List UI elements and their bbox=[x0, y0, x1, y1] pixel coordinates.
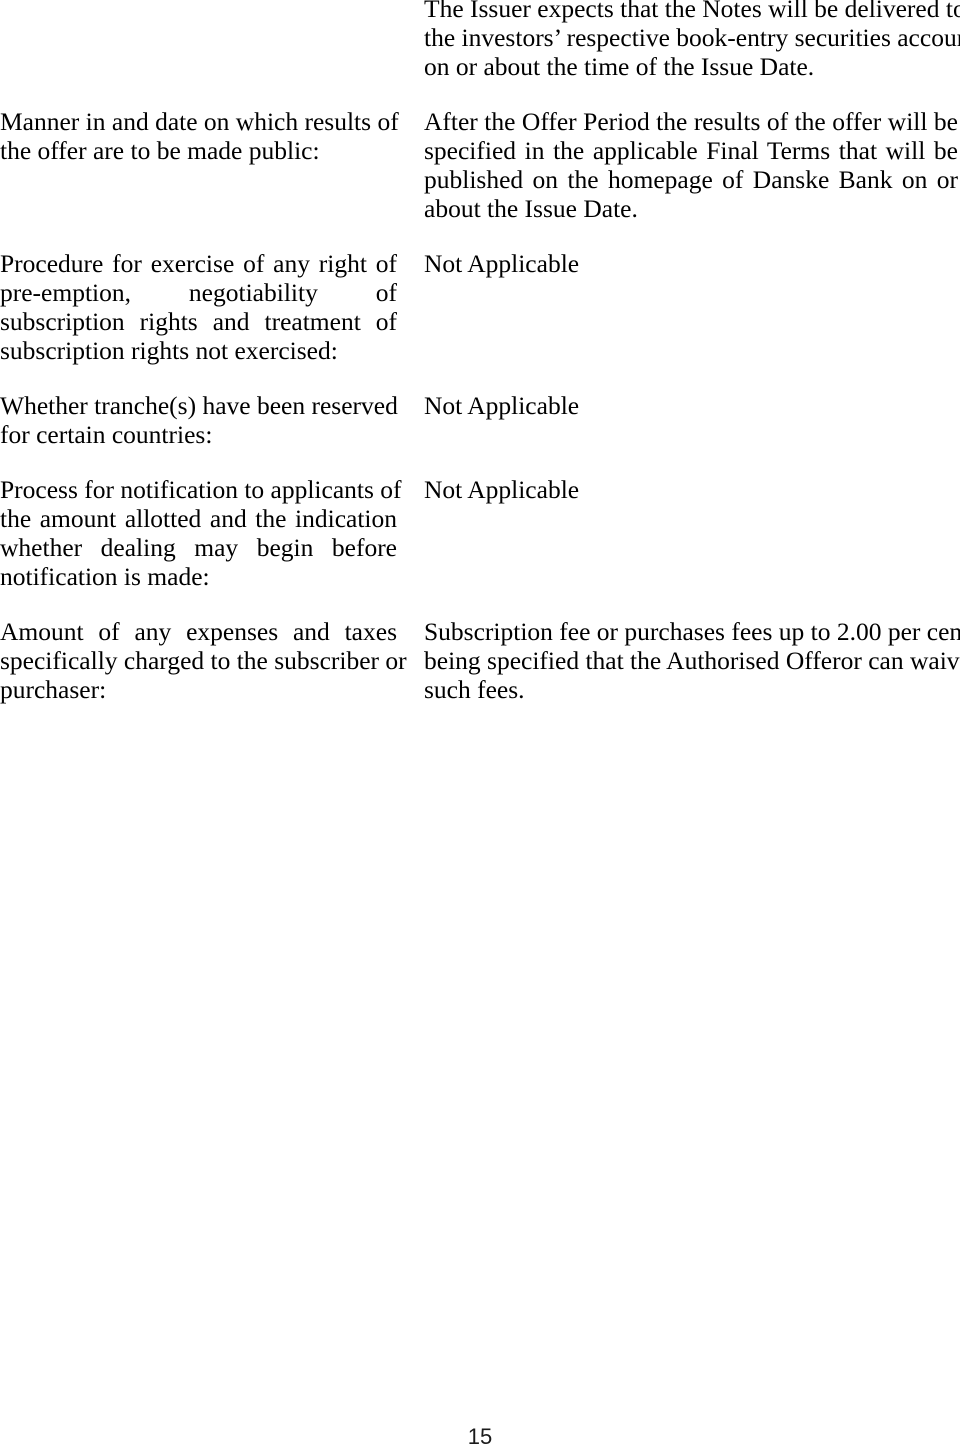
value-line: on or about the time of the Issue Date. bbox=[424, 52, 815, 81]
definition-value: Not Applicable bbox=[424, 249, 958, 278]
value-line: Not Applicable bbox=[424, 391, 580, 420]
definition-value: After the Offer Period the results of th… bbox=[424, 107, 958, 223]
label-line: Process for notification to applicants o… bbox=[0, 475, 402, 504]
value-line: specified in the applicable Final Terms … bbox=[424, 136, 958, 165]
value-line: The Issuer expects that the Notes will b… bbox=[424, 0, 960, 23]
definition-label: Process for notification to applicants o… bbox=[0, 475, 402, 591]
definition-value: Not Applicable bbox=[424, 475, 958, 504]
value-line: After the Offer Period the results of th… bbox=[424, 107, 958, 136]
definition-value: Subscription fee or purchases fees up to… bbox=[424, 617, 960, 704]
label-line: Procedure for exercise of any right of bbox=[0, 249, 397, 278]
label-line: specifically charged to the subscriber o… bbox=[0, 646, 407, 675]
value-line: Not Applicable bbox=[424, 475, 580, 504]
label-line: Whether tranche(s) have been reserved bbox=[0, 391, 398, 420]
definition-label: Procedure for exercise of any right of p… bbox=[0, 249, 397, 365]
label-line: purchaser: bbox=[0, 675, 107, 704]
value-line: the investors’ respective book-entry sec… bbox=[424, 23, 960, 52]
label-line: pre-emption, negotiability of bbox=[0, 278, 397, 307]
value-line: being specified that the Authorised Offe… bbox=[424, 646, 960, 675]
definition-label: Whether tranche(s) have been reserved fo… bbox=[0, 391, 398, 449]
label-line: whether dealing may begin before bbox=[0, 533, 397, 562]
page-number: 15 bbox=[467, 1424, 493, 1449]
value-line: about the Issue Date. bbox=[424, 194, 638, 223]
definition-value: The Issuer expects that the Notes will b… bbox=[424, 0, 960, 81]
label-line: Manner in and date on which results of bbox=[0, 107, 399, 136]
definition-label: Manner in and date on which results of t… bbox=[0, 107, 399, 165]
label-line: subscription rights not exercised: bbox=[0, 336, 338, 365]
label-line: notification is made: bbox=[0, 562, 210, 591]
label-line: subscription rights and treatment of bbox=[0, 307, 397, 336]
label-line: for certain countries: bbox=[0, 420, 213, 449]
label-line: Amount of any expenses and taxes bbox=[0, 617, 397, 646]
definition-value: Not Applicable bbox=[424, 391, 958, 420]
value-line: published on the homepage of Danske Bank… bbox=[424, 165, 958, 194]
definition-label: Amount of any expenses and taxes specifi… bbox=[0, 617, 407, 704]
value-line: Not Applicable bbox=[424, 249, 580, 278]
label-line: the amount allotted and the indication bbox=[0, 504, 397, 533]
value-line: such fees. bbox=[424, 675, 525, 704]
document-page: The Issuer expects that the Notes will b… bbox=[0, 0, 960, 1453]
label-line: the offer are to be made public: bbox=[0, 136, 320, 165]
value-line: Subscription fee or purchases fees up to… bbox=[424, 617, 960, 646]
